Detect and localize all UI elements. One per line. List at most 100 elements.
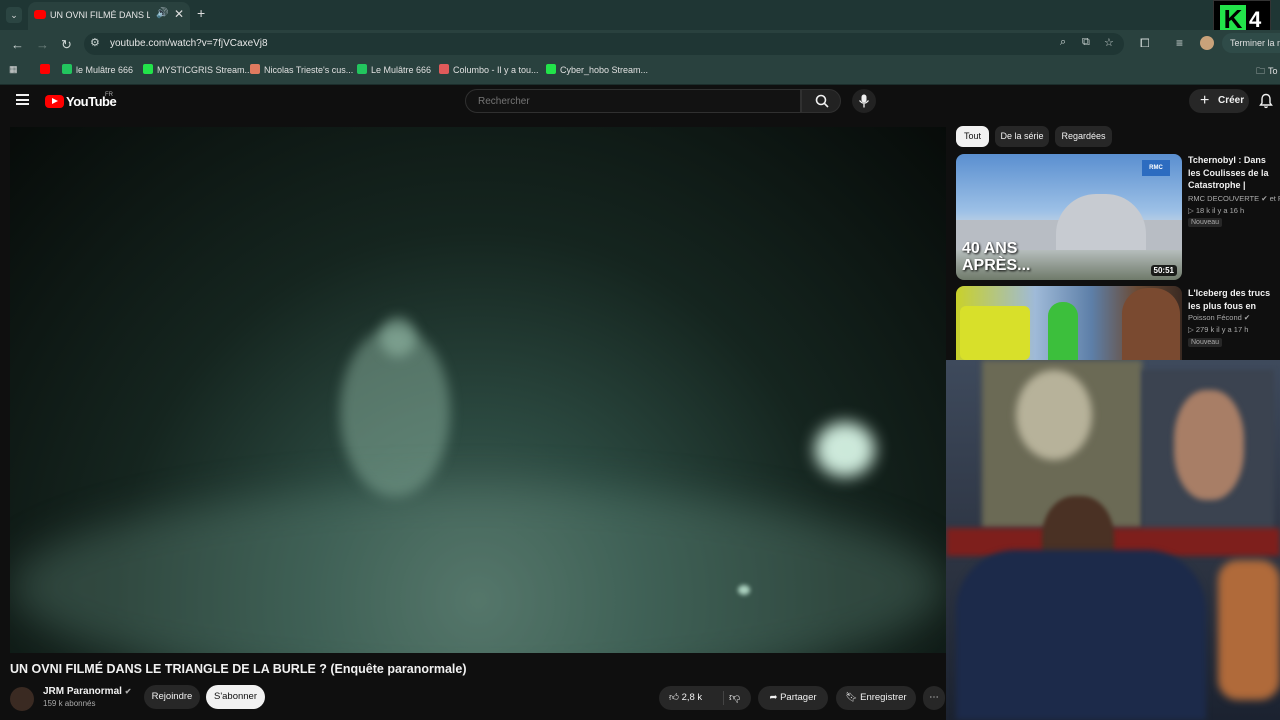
channel-name-text: JRM Paranormal — [43, 686, 122, 697]
reload-icon[interactable]: ↻ — [61, 37, 72, 53]
youtube-logo-icon[interactable] — [45, 95, 64, 108]
bookmark-star-icon[interactable]: ☆ — [1104, 36, 1114, 49]
voice-search-button[interactable] — [852, 89, 876, 113]
share-label: Partager — [780, 692, 817, 703]
share-button[interactable]: ➦ Partager — [758, 686, 828, 710]
search-icon — [815, 94, 829, 108]
bookmark-folder[interactable]: 🗀 To — [1256, 64, 1278, 80]
profile-avatar[interactable] — [1200, 36, 1214, 50]
bookmark-icon: 🔖︎ — [845, 692, 858, 703]
channel-name[interactable]: JRM Paranormal ✔ — [43, 686, 131, 697]
webcam-overlay — [946, 360, 1280, 720]
webcam-portrait-face — [1174, 390, 1244, 500]
tab-search-icon[interactable]: ⌄ — [6, 7, 22, 23]
speaker-icon[interactable]: 🔊 — [156, 8, 168, 19]
bookmark-folder-label: To — [1268, 66, 1278, 76]
new-badge: Nouveau — [1188, 218, 1223, 227]
bookmark-favicon-icon — [439, 64, 449, 74]
search-input[interactable] — [476, 95, 780, 108]
bookmark-favicon-icon — [143, 64, 153, 74]
thumb-caption-line: 40 ANS — [962, 240, 1018, 257]
subscriber-count: 159 k abonnés — [43, 699, 96, 708]
k4-logo-letter: K — [1220, 5, 1246, 33]
thumb-missile-shape — [1048, 302, 1078, 360]
new-tab-icon[interactable]: + — [197, 5, 205, 21]
bookmark-label: Le Mulâtre 666 — [371, 65, 432, 75]
bookmark-favicon-icon — [357, 64, 367, 74]
close-tab-icon[interactable]: ✕ — [174, 7, 184, 21]
zoom-icon[interactable]: ⌕ — [1060, 36, 1066, 49]
notifications-bell-icon[interactable] — [1259, 93, 1273, 112]
recommended-thumbnail[interactable] — [956, 286, 1182, 360]
extensions-icon[interactable]: ⧠ — [1140, 36, 1150, 51]
video-figure-head-shape — [380, 317, 416, 357]
tab-title: UN OVNI FILMÉ DANS LE TRIANGLE DE LA BUR… — [50, 10, 150, 20]
thumbs-down-icon: 👎︎ — [729, 692, 741, 704]
site-info-icon[interactable]: ⚙ — [90, 36, 100, 49]
save-button[interactable]: 🔖︎ Enregistrer — [836, 686, 916, 710]
webcam-skull-shape — [1016, 370, 1092, 460]
like-button[interactable]: 👍︎ 2,8 k — [669, 686, 702, 710]
search-button[interactable] — [801, 89, 841, 113]
recommended-title[interactable]: Tchernobyl : Dans les Coulisses de la Ca… — [1188, 154, 1280, 192]
browser-tab-strip: ⌄ UN OVNI FILMÉ DANS LE TRIANGLE DE LA B… — [0, 0, 1280, 30]
bookmark-label: Cyber_hobo Stream... — [560, 65, 649, 75]
bookmark-favicon-icon — [62, 64, 72, 74]
bookmark-item[interactable]: Columbo - Il y a tou... — [439, 64, 539, 75]
webcam-person-body — [956, 550, 1206, 720]
youtube-header: YouTube FR + Créer — [0, 85, 1280, 117]
dislike-button[interactable]: 👎︎ — [729, 686, 740, 710]
media-control-icon[interactable]: ≡ — [1176, 36, 1183, 50]
bookmark-label: MYSTICGRIS Stream... — [157, 65, 253, 75]
thumb-caption-line: APRÈS... — [962, 257, 1031, 274]
like-count: 2,8 k — [681, 692, 703, 703]
forward-icon[interactable]: → — [36, 37, 49, 52]
folder-icon: 🗀 — [1256, 66, 1266, 76]
video-ground-shape — [10, 487, 946, 653]
microphone-icon — [858, 94, 870, 108]
install-icon[interactable]: ⧉ — [1082, 36, 1090, 49]
subscribe-button[interactable]: S'abonner — [206, 685, 265, 709]
video-title: UN OVNI FILMÉ DANS LE TRIANGLE DE LA BUR… — [10, 662, 467, 676]
chip-all[interactable]: Tout — [956, 126, 989, 147]
divider — [723, 691, 724, 705]
recommended-thumbnail[interactable]: RMC 40 ANS APRÈS... 50:51 — [956, 154, 1182, 280]
recommended-channel[interactable]: RMC DECOUVERTE ✔ et RMC — [1188, 194, 1280, 203]
verified-icon: ✔ — [124, 687, 132, 696]
like-dislike-group: 👍︎ 2,8 k 👎︎ — [659, 686, 751, 710]
more-actions-icon[interactable]: ⋯ — [923, 686, 945, 710]
menu-icon[interactable] — [16, 94, 29, 105]
bookmark-item[interactable]: le Mulâtre 666 — [62, 64, 133, 75]
create-button[interactable]: + Créer — [1189, 89, 1249, 113]
back-icon[interactable]: ← — [11, 37, 24, 52]
bookmark-youtube-icon[interactable] — [40, 64, 54, 75]
thumbs-up-icon: 👍︎ — [669, 692, 679, 703]
url-text[interactable]: youtube.com/watch?v=7fjVCaxeVj8 — [110, 38, 268, 49]
new-badge: Nouveau — [1188, 338, 1223, 347]
browser-tab-active[interactable]: UN OVNI FILMÉ DANS LE TRIANGLE DE LA BUR… — [28, 2, 190, 30]
end-session-button[interactable]: Terminer la m — [1222, 33, 1280, 53]
join-button[interactable]: Rejoindre — [144, 685, 200, 709]
bookmark-item[interactable]: MYSTICGRIS Stream... — [143, 64, 252, 75]
search-box[interactable] — [465, 89, 801, 113]
video-duration: 50:51 — [1150, 265, 1177, 276]
address-bar[interactable]: ⚙ youtube.com/watch?v=7fjVCaxeVj8 ⌕ ⧉ ☆ — [84, 33, 1124, 55]
bookmark-label: Columbo - Il y a tou... — [453, 65, 539, 75]
chip-series[interactable]: De la série — [995, 126, 1049, 147]
apps-grid-icon[interactable]: ▦ — [9, 64, 18, 75]
bookmark-item[interactable]: Cyber_hobo Stream... — [546, 64, 648, 75]
channel-avatar[interactable] — [10, 687, 34, 711]
save-label: Enregistrer — [860, 692, 907, 703]
bookmark-item[interactable]: Nicolas Trieste's cus... — [250, 64, 353, 75]
webcam-orange-chair — [1218, 560, 1280, 700]
recommended-title[interactable]: L'Iceberg des trucs les plus fous en Rus… — [1188, 287, 1280, 312]
bookmark-label: Nicolas Trieste's cus... — [264, 65, 354, 75]
youtube-favicon-icon — [34, 10, 46, 19]
bookmark-item[interactable]: Le Mulâtre 666 — [357, 64, 431, 75]
thumb-caption: 40 ANS APRÈS... — [962, 240, 1030, 274]
video-player[interactable] — [10, 127, 946, 653]
recommended-channel[interactable]: Poisson Fécond ✔ — [1188, 313, 1280, 322]
browser-toolbar: ← → ↻ ⚙ youtube.com/watch?v=7fjVCaxeVj8 … — [0, 30, 1280, 58]
create-label: Créer — [1218, 95, 1245, 106]
chip-watched[interactable]: Regardées — [1055, 126, 1112, 147]
